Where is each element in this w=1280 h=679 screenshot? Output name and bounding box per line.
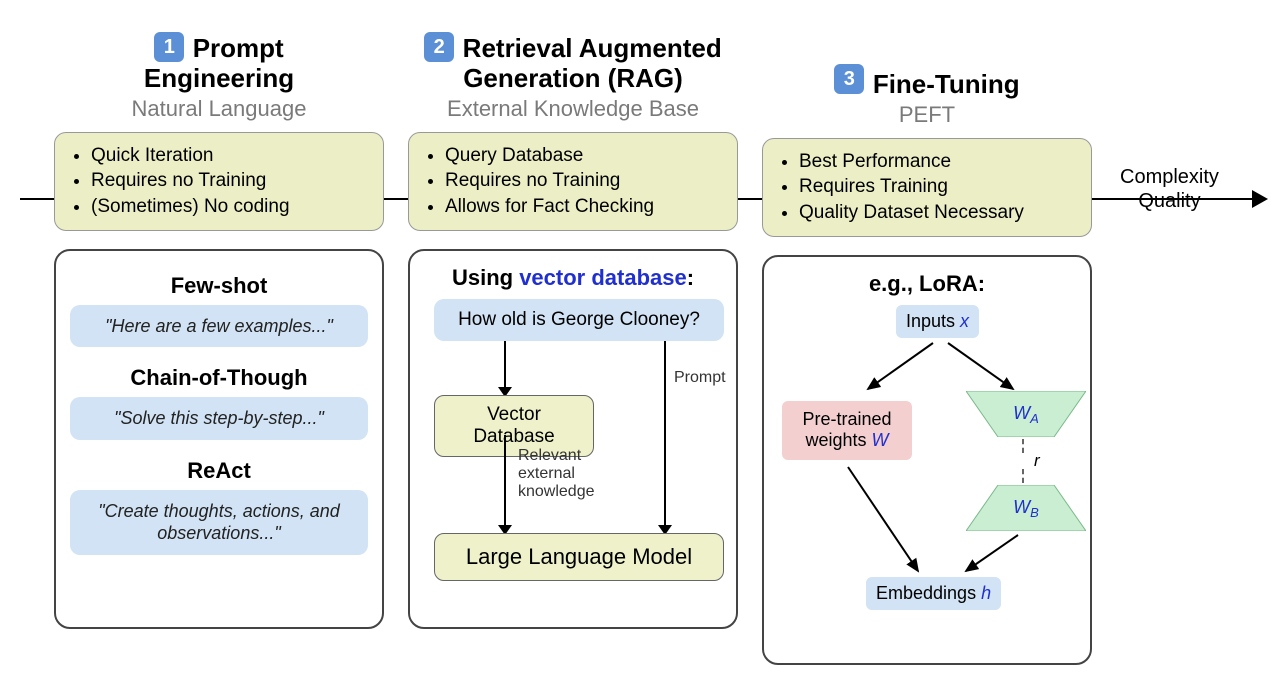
col2-title-line2: Generation (RAG) [408,64,738,94]
rag-question-box: How old is George Clooney? [434,299,724,341]
wa-trapezoid: WA [966,391,1086,437]
col1-subtitle: Natural Language [54,96,384,122]
method-example: "Here are a few examples..." [70,305,368,348]
lora-inputs-box: Inputs x [896,305,979,338]
col3-title: Fine-Tuning [873,70,1020,100]
col3-subtitle: PEFT [762,102,1092,128]
llm-box: Large Language Model [434,533,724,581]
col3-header: 3 Fine-Tuning PEFT [762,64,1092,128]
column-finetuning: 3 Fine-Tuning PEFT Best Performance Requ… [762,32,1092,665]
pretrained-var: W [872,430,889,450]
prompt-label: Prompt [674,369,726,387]
method-example: "Create thoughts, actions, and observati… [70,490,368,555]
method-example: "Solve this step-by-step..." [70,397,368,440]
col1-bullet: (Sometimes) No coding [91,194,369,220]
inputs-label: Inputs [906,311,960,331]
arrows-to-embeddings [818,463,1058,583]
method-title: Few-shot [70,273,368,299]
column-rag: 2 Retrieval Augmented Generation (RAG) E… [408,32,738,629]
r-dash-top [1022,439,1024,453]
col3-characteristics: Best Performance Requires Training Quali… [762,138,1092,237]
arrows-inputs [838,339,1038,399]
lora-embeddings-box: Embeddings h [866,577,1001,610]
col3-detail-title: e.g., LoRA: [778,271,1076,297]
inputs-var: x [960,311,969,331]
axis-arrowhead [1252,190,1268,208]
emb-label: Embeddings [876,583,981,603]
col1-bullet: Quick Iteration [91,143,369,169]
col2-bullet: Allows for Fact Checking [445,194,723,220]
col1-title-line1: Prompt [193,33,284,63]
col3-bullet: Best Performance [799,149,1077,175]
col1-header: 1 Prompt Engineering Natural Language [54,32,384,122]
rag-flow: How old is George Clooney? Prompt Vector… [424,299,722,599]
method-react: ReAct "Create thoughts, actions, and obs… [70,458,368,555]
arrow-q-vdb [504,341,506,389]
badge-1: 1 [154,32,184,62]
col3-detail: e.g., LoRA: Inputs x Pre-trained weights… [762,255,1092,665]
col2-title-line1: Retrieval Augmented [463,33,722,63]
col2-bullet: Requires no Training [445,168,723,194]
col1-bullet: Requires no Training [91,168,369,194]
axis-label: Complexity Quality [1120,165,1219,213]
method-title: ReAct [70,458,368,484]
pretrained-weights-box: Pre-trained weights W [782,401,912,460]
col1-title-line2: Engineering [54,64,384,94]
badge-2: 2 [424,32,454,62]
method-title: Chain-of-Though [70,365,368,391]
column-prompt-engineering: 1 Prompt Engineering Natural Language Qu… [54,32,384,629]
detail-prefix: Using [452,265,519,290]
col1-detail: Few-shot "Here are a few examples..." Ch… [54,249,384,629]
col2-detail-title: Using vector database: [424,265,722,291]
col2-characteristics: Query Database Requires no Training Allo… [408,132,738,231]
detail-suffix: : [687,265,694,290]
lora-diagram: Inputs x Pre-trained weights W WA r [778,305,1076,645]
col2-detail: Using vector database: How old is George… [408,249,738,629]
col3-bullet: Quality Dataset Necessary [799,200,1077,226]
axis-complexity: Complexity [1120,166,1219,188]
axis-quality: Quality [1138,190,1200,212]
method-fewshot: Few-shot "Here are a few examples..." [70,273,368,348]
detail-vdb: vector database [519,265,687,290]
emb-var: h [981,583,991,603]
badge-3: 3 [834,64,864,94]
relevant-knowledge-label: Relevant external knowledge [518,447,608,502]
method-cot: Chain-of-Though "Solve this step-by-step… [70,365,368,440]
col1-characteristics: Quick Iteration Requires no Training (So… [54,132,384,231]
col2-subtitle: External Knowledge Base [408,96,738,122]
col2-bullet: Query Database [445,143,723,169]
col2-header: 2 Retrieval Augmented Generation (RAG) E… [408,32,738,122]
arrow-q-llm [664,341,666,527]
arrow-vdb-llm [504,435,506,527]
col3-bullet: Requires Training [799,174,1077,200]
